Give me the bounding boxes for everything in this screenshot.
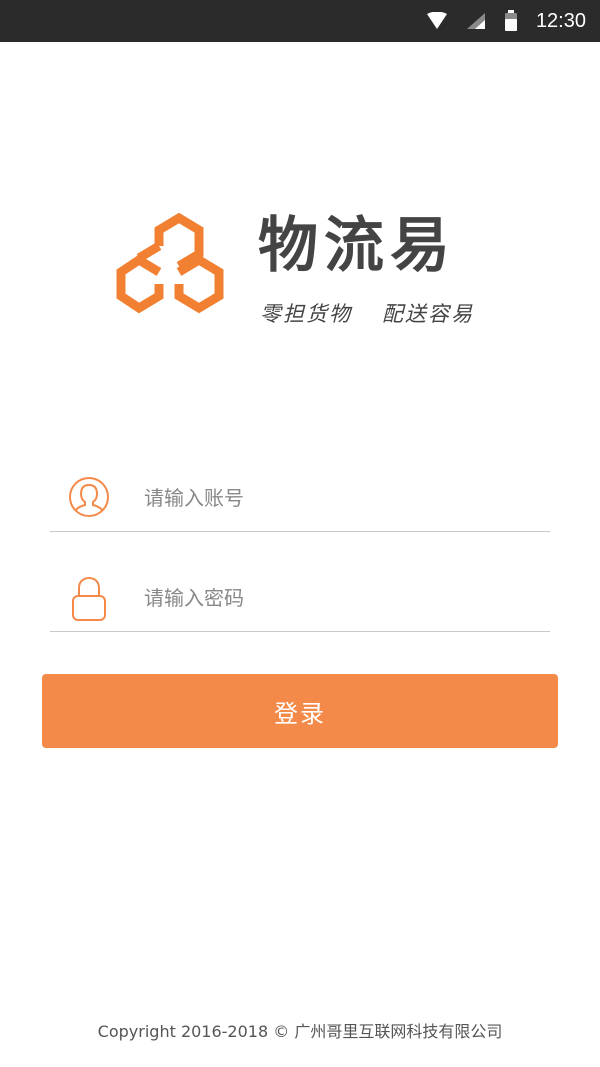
status-icons: 12:30 — [426, 0, 586, 42]
password-field — [50, 566, 550, 632]
wifi-icon — [426, 12, 448, 30]
battery-icon — [504, 10, 518, 32]
brand-logo: 物流易 零担货物 配送容易 — [116, 208, 496, 338]
lock-icon — [68, 576, 110, 626]
user-icon — [68, 476, 110, 522]
account-field — [50, 466, 550, 532]
brand-title: 物流易 — [258, 211, 456, 281]
signal-icon — [466, 12, 486, 30]
slogan-part-2: 配送容易 — [382, 302, 474, 326]
status-bar: 12:30 — [0, 0, 600, 42]
password-input[interactable] — [144, 578, 534, 618]
status-time: 12:30 — [535, 9, 586, 32]
hexagon-logo-icon — [116, 212, 224, 314]
account-input[interactable] — [144, 478, 534, 518]
login-button[interactable]: 登录 — [42, 674, 558, 748]
copyright-text: Copyright 2016-2018 © 广州哥里互联网科技有限公司 — [97, 1022, 503, 1041]
slogan-part-1: 零担货物 — [260, 302, 352, 326]
brand-slogan: 零担货物 配送容易 — [260, 298, 474, 328]
